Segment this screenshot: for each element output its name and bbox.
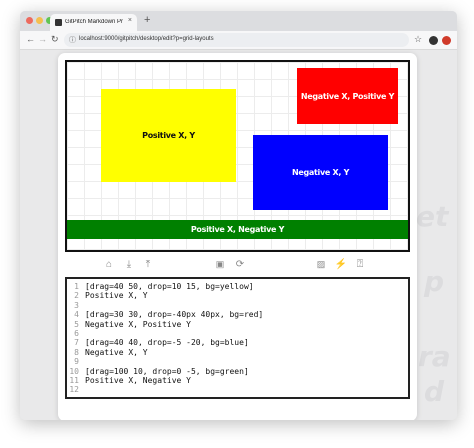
- reload-icon[interactable]: ↻: [51, 34, 59, 45]
- line-number: 10: [69, 366, 79, 376]
- upload-icon[interactable]: ⤒: [142, 258, 154, 270]
- line-number: 5: [74, 319, 79, 329]
- editor-line[interactable]: 10 [drag=100 10, drop=0 -5, bg=green]: [67, 366, 249, 376]
- minimize-window-button[interactable]: [36, 17, 43, 24]
- line-text: [drag=40 40, drop=-5 -20, bg=blue]: [85, 338, 249, 348]
- green-box-label: Positive X, Negative Y: [190, 225, 285, 234]
- line-text: [drag=100 10, drop=0 -5, bg=green]: [85, 366, 249, 376]
- editor-line[interactable]: 3: [67, 301, 85, 310]
- line-number: 1: [74, 282, 79, 291]
- line-text: Positive X, Negative Y: [85, 376, 191, 385]
- page-content: et p ra d Positive X, Y Negative X, Posi…: [20, 50, 457, 420]
- yellow-box-label: Positive X, Y: [142, 131, 195, 140]
- line-text: Positive X, Y: [85, 291, 148, 301]
- red-box-label: Negative X, Positive Y: [300, 91, 395, 101]
- line-number: 8: [74, 347, 79, 357]
- line-text: Negative X, Y: [85, 347, 148, 357]
- line-number: 11: [69, 376, 79, 385]
- browser-toolbar: ← → ↻ ⓘ localhost:9000/gitpitch/desktop/…: [20, 31, 457, 50]
- blue-box-label: Negative X, Y: [291, 168, 350, 177]
- line-text: [drag=40 50, drop=10 15, bg=yellow]: [85, 282, 254, 291]
- help-icon[interactable]: ⍰: [354, 258, 366, 270]
- bookmark-star-icon[interactable]: ☆: [414, 34, 422, 45]
- editor-line[interactable]: 9: [67, 357, 85, 366]
- line-number: 9: [74, 357, 79, 367]
- editor-line[interactable]: 7 [drag=40 40, drop=-5 -20, bg=blue]: [67, 338, 249, 347]
- browser-tab[interactable]: GitPitch Markdown Presentati ×: [50, 14, 137, 31]
- tab-bar: GitPitch Markdown Presentati × +: [20, 11, 457, 31]
- green-box: Positive X, Negative Y: [67, 220, 408, 239]
- markdown-editor[interactable]: 1 [drag=40 50, drop=10 15, bg=yellow] 2 Pos…: [65, 277, 410, 399]
- background-decoration: ra: [418, 340, 451, 373]
- line-number: 7: [74, 338, 79, 348]
- download-icon[interactable]: ⤓: [123, 258, 135, 270]
- forward-arrow-icon[interactable]: →: [38, 34, 47, 44]
- yellow-box: Positive X, Y: [101, 89, 236, 182]
- background-decoration: d: [424, 375, 445, 408]
- extension-icon[interactable]: [442, 36, 451, 45]
- editor-toolbar: ⌂ ⤓ ⤒ ▣ ⟳ ▨ ⚡ ⍰: [65, 258, 410, 272]
- refresh-icon[interactable]: ⟳: [234, 258, 246, 270]
- browser-window: GitPitch Markdown Presentati × + ← → ↻ ⓘ…: [20, 11, 457, 420]
- bolt-icon[interactable]: ⚡: [335, 258, 347, 270]
- site-info-icon[interactable]: ⓘ: [69, 35, 76, 45]
- gitpitch-favicon-icon: [55, 19, 62, 26]
- address-bar[interactable]: ⓘ localhost:9000/gitpitch/desktop/edit?p…: [64, 33, 409, 47]
- tab-close-icon[interactable]: ×: [128, 17, 132, 24]
- slide-preview: Positive X, Y Negative X, Positive Y Neg…: [65, 60, 410, 252]
- profile-avatar-icon[interactable]: [429, 36, 438, 45]
- editor-line[interactable]: 2 Positive X, Y: [67, 291, 148, 301]
- background-decoration: et: [416, 200, 449, 233]
- url-text: localhost:9000/gitpitch/desktop/edit?p=g…: [79, 36, 214, 42]
- new-tab-button[interactable]: +: [144, 14, 150, 26]
- save-icon[interactable]: ▣: [214, 258, 226, 270]
- image-icon[interactable]: ▨: [315, 258, 327, 270]
- line-number: 2: [74, 291, 79, 301]
- line-number: 4: [74, 310, 79, 320]
- line-text: [drag=30 30, drop=-40px 40px, bg=red]: [85, 310, 264, 320]
- line-number: 6: [74, 329, 79, 338]
- line-text: Negative X, Positive Y: [85, 319, 191, 329]
- tab-title: GitPitch Markdown Presentati: [65, 19, 123, 25]
- editor-line[interactable]: 12: [67, 385, 85, 394]
- back-arrow-icon[interactable]: ←: [26, 34, 35, 44]
- blue-box: Negative X, Y: [253, 135, 388, 210]
- line-number: 3: [74, 300, 79, 310]
- background-decoration: p: [424, 265, 445, 298]
- red-box: Negative X, Positive Y: [297, 68, 398, 124]
- editor-line[interactable]: 6: [67, 329, 85, 338]
- line-number: 12: [69, 385, 79, 395]
- editor-line[interactable]: 4 [drag=30 30, drop=-40px 40px, bg=red]: [67, 310, 263, 319]
- editor-line[interactable]: 11 Positive X, Negative Y: [67, 376, 191, 385]
- close-window-button[interactable]: [26, 17, 33, 24]
- editor-line[interactable]: 5 Negative X, Positive Y: [67, 320, 191, 329]
- editor-line[interactable]: 1 [drag=40 50, drop=10 15, bg=yellow]: [67, 282, 254, 291]
- home-icon[interactable]: ⌂: [103, 258, 115, 270]
- editor-card: Positive X, Y Negative X, Positive Y Neg…: [58, 53, 417, 420]
- editor-line[interactable]: 8 Negative X, Y: [67, 347, 148, 357]
